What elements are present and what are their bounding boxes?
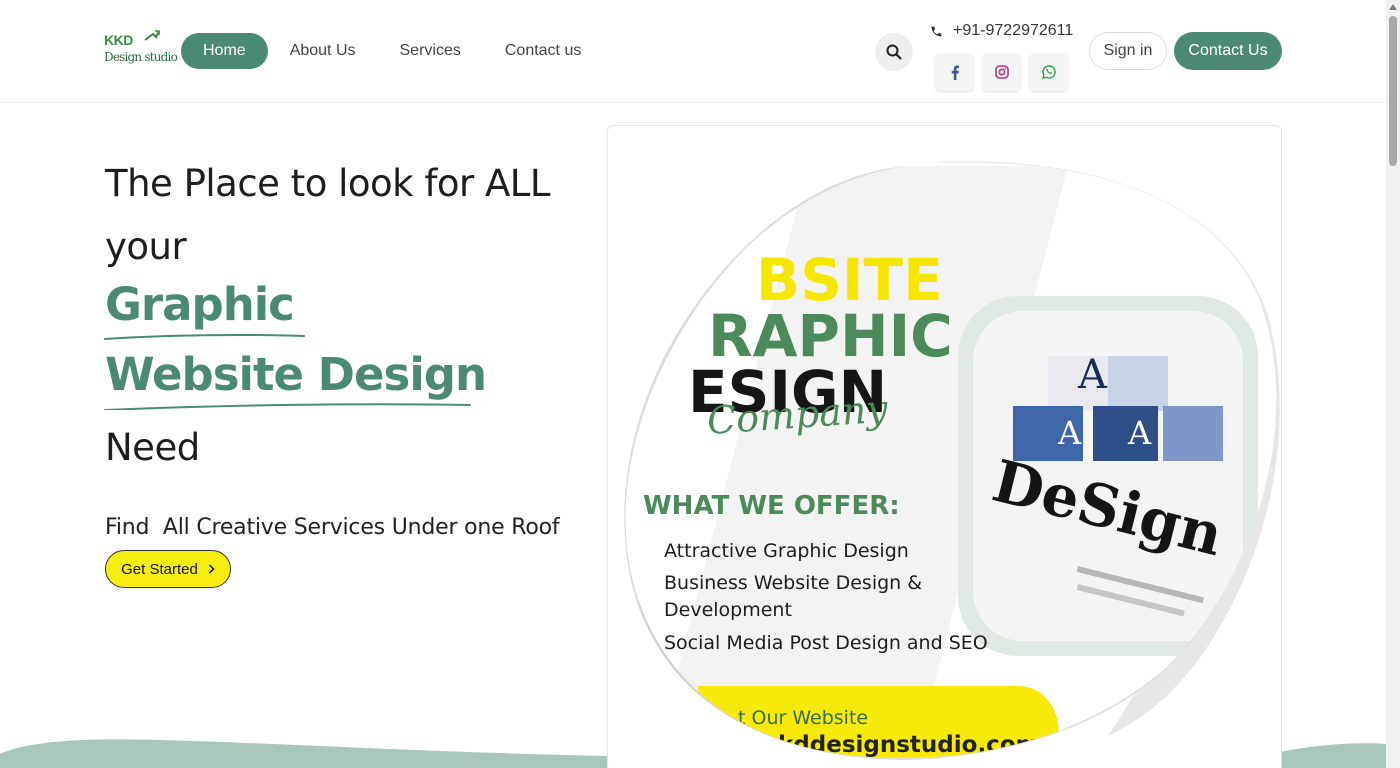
pen-icon [144,30,160,41]
phone-number: +91-9722972611 [953,22,1074,39]
nav-about-us[interactable]: About Us [268,33,378,69]
phone-icon [931,26,942,36]
offer-title: WHAT WE OFFER: [643,491,900,521]
hero-accent-graphic: Graphic [105,278,295,331]
get-started-button[interactable]: Get Started [105,550,231,588]
offer-item-4: Social Media Post Design and SEO [664,632,988,654]
hero-title-line-3: Need [105,426,200,469]
page-scrollbar[interactable] [1386,0,1400,768]
site-header: KKD Design studio Home About Us Services… [0,0,1386,103]
chevron-right-icon [208,564,215,574]
whatsapp-link[interactable] [1029,53,1068,91]
hero-underline-website-design [104,403,471,410]
hero-title-line-1: The Place to look for ALL [105,162,551,205]
tile-letter-a-2: A [1057,414,1082,452]
offer-item-2: Business Website Design & [664,572,922,594]
hero-title-line-2: your [105,225,187,268]
hero-image-card: A A A DeSign BSITE RAPHIC ESIGN Company … [607,125,1282,768]
logo-text-design-studio: Design studio [104,50,178,64]
brand-logo[interactable]: KKD Design studio [104,30,178,72]
hero-underline-graphic [104,334,305,340]
social-links [935,53,1068,91]
get-started-label: Get Started [121,560,198,578]
instagram-link[interactable] [982,53,1021,91]
instagram-icon [994,65,1009,79]
tile-letter-a-3: A [1127,414,1152,452]
search-button[interactable] [875,33,913,71]
facebook-link[interactable] [935,53,974,91]
main-nav: Home About Us Services Contact us [181,33,603,69]
hero-accent-website-design: Website Design [105,348,487,401]
nav-home[interactable]: Home [181,33,268,69]
whatsapp-icon [1041,65,1056,79]
banner-url: kddesignstudio.com [778,732,1040,758]
promo-graphic: A A A DeSign BSITE RAPHIC ESIGN Company … [624,161,1280,760]
offer-item-1: Attractive Graphic Design [664,540,909,562]
sign-in-button[interactable]: Sign in [1089,32,1167,70]
tile-letter-a: A [1077,352,1108,398]
banner-visit: t Our Website [738,707,868,729]
scrollbar-thumb[interactable] [1389,16,1397,166]
contact-us-button[interactable]: Contact Us [1174,32,1282,70]
search-icon [886,44,902,60]
nav-contact-us[interactable]: Contact us [483,33,603,69]
hero-subtitle: Find All Creative Services Under one Roo… [105,515,560,540]
logo-text-kkd: KKD [104,32,133,48]
scroll-up-arrow-icon[interactable] [1389,3,1397,11]
facebook-icon [951,64,959,80]
phone-contact[interactable]: +91-9722972611 [930,20,1073,42]
offer-item-3: Development [664,599,792,621]
nav-services[interactable]: Services [378,33,483,69]
